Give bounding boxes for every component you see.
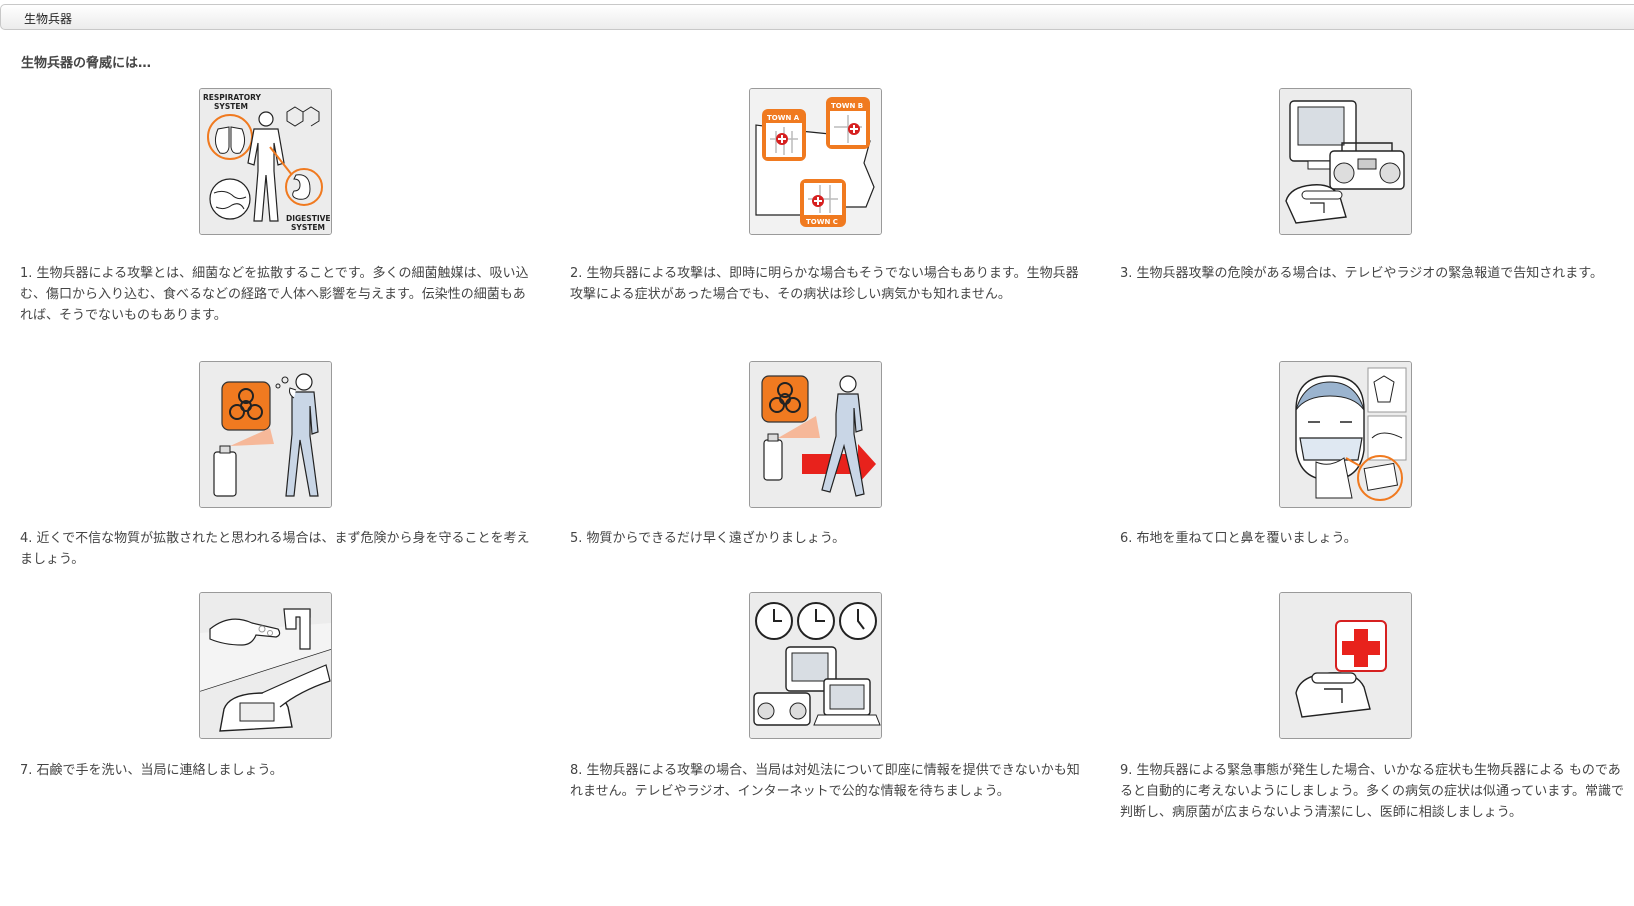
svg-text:DIGESTIVE: DIGESTIVE xyxy=(286,214,331,223)
info-card-text: 5. 物質からできるだけ早く遠ざかりましょう。 xyxy=(570,531,846,546)
info-card-text: 1. 生物兵器による攻撃とは、細菌などを拡散することです。多くの細菌触媒は、吸い… xyxy=(20,266,529,323)
clocks-media-icon xyxy=(749,592,882,739)
info-card-text: 8. 生物兵器による攻撃の場合、当局は対処法について即座に情報を提供できないかも… xyxy=(570,763,1080,799)
body-systems-icon: RESPIRATORY SYSTEM DIGESTIVE SYSTEM xyxy=(199,88,332,235)
media-devices-icon xyxy=(1279,88,1412,235)
medical-phone-icon xyxy=(1279,592,1412,739)
section-tab[interactable]: 生物兵器 xyxy=(0,4,1634,30)
svg-text:SYSTEM: SYSTEM xyxy=(291,223,325,232)
info-card-text: 2. 生物兵器による攻撃は、即時に明らかな場合もそうでない場合もあります。生物兵… xyxy=(570,266,1079,302)
wash-hands-icon xyxy=(199,592,332,739)
svg-text:TOWN B: TOWN B xyxy=(831,102,863,110)
info-card-text: 7. 石鹸で手を洗い、当局に連絡しましょう。 xyxy=(20,763,283,778)
walk-away-icon xyxy=(749,361,882,508)
svg-text:TOWN C: TOWN C xyxy=(806,218,838,226)
info-card-text: 4. 近くで不信な物質が拡散されたと思われる場合は、まず危険から身を守ることを考… xyxy=(20,531,530,567)
face-mask-icon xyxy=(1279,361,1412,508)
section-tab-title: 生物兵器 xyxy=(24,12,73,26)
info-card-text: 6. 布地を重ねて口と鼻を覆いましょう。 xyxy=(1120,531,1357,546)
info-card-text: 9. 生物兵器による緊急事態が発生した場合、いかなる症状も生物兵器による もので… xyxy=(1120,763,1625,820)
svg-text:TOWN A: TOWN A xyxy=(767,114,800,122)
svg-text:SYSTEM: SYSTEM xyxy=(214,102,248,111)
info-card-text: 3. 生物兵器攻撃の危険がある場合は、テレビやラジオの緊急報道で告知されます。 xyxy=(1120,266,1603,281)
svg-text:RESPIRATORY: RESPIRATORY xyxy=(203,93,261,102)
biohazard-spray-icon xyxy=(199,361,332,508)
town-map-icon: TOWN A TOWN B TOWN C xyxy=(749,88,882,235)
page-heading: 生物兵器の脅威には… xyxy=(21,56,152,71)
